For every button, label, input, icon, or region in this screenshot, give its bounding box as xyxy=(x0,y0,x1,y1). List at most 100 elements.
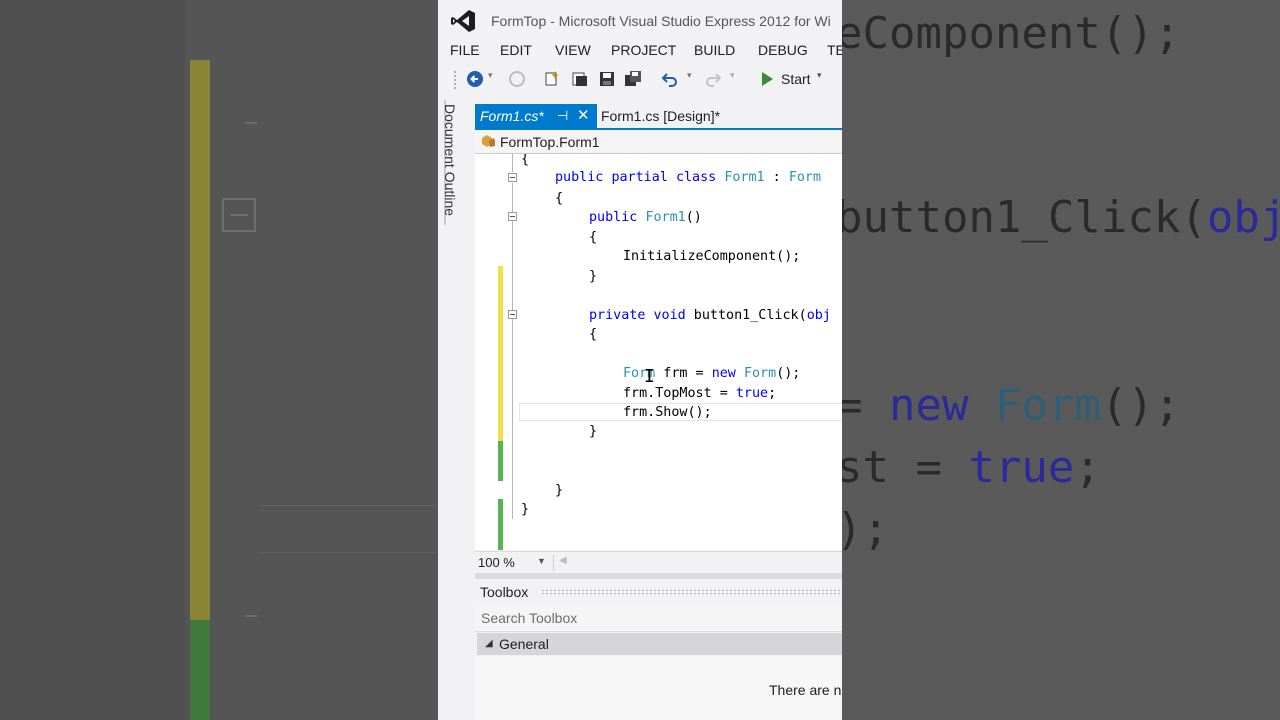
tab-form1-cs[interactable]: Form1.cs* ⊣ ✕ xyxy=(475,104,597,128)
background-left xyxy=(0,0,438,720)
code-token: ; xyxy=(768,386,777,401)
background-code-token: = xyxy=(842,380,863,431)
code-token: } xyxy=(589,424,598,439)
menu-project[interactable]: PROJECT xyxy=(611,42,676,58)
menu-view[interactable]: VIEW xyxy=(555,42,591,58)
code-token: Form1 xyxy=(645,210,686,225)
code-token: public xyxy=(589,210,638,225)
new-project-icon[interactable] xyxy=(543,70,561,88)
toolbox-search-input[interactable]: Search Toolbox xyxy=(475,605,842,632)
background-code-line: button1_Click(obj xyxy=(842,192,1280,243)
toolbox-group-general[interactable]: ◢ General xyxy=(477,633,842,655)
class-icon xyxy=(482,135,495,147)
code-token: (); xyxy=(776,366,801,381)
toolbox-drag-handle[interactable] xyxy=(541,589,841,595)
tab-label: Form1.cs* xyxy=(480,108,544,124)
code-token: public xyxy=(555,170,604,185)
menu-edit[interactable]: EDIT xyxy=(500,42,532,58)
code-token: Form xyxy=(743,366,777,381)
tab-form1-design[interactable]: Form1.cs [Design]* xyxy=(601,108,720,124)
start-dropdown-icon[interactable]: ▾ xyxy=(817,70,827,88)
code-line: { xyxy=(555,191,563,206)
back-dropdown-icon[interactable]: ▾ xyxy=(488,70,498,88)
standard-toolbar: ▾ ▾ ▾ Start ▾ xyxy=(438,66,842,94)
code-token: new xyxy=(711,366,736,381)
menu-build[interactable]: BUILD xyxy=(694,42,735,58)
zoom-dropdown-icon[interactable]: ▼ xyxy=(537,556,546,566)
background-code-token: ); xyxy=(842,504,889,555)
toolbox-empty-message: There are n xyxy=(769,682,842,698)
code-token: } xyxy=(555,483,564,498)
forward-icon xyxy=(508,70,526,88)
start-button[interactable]: Start xyxy=(781,71,811,87)
title-bar: FormTop - Microsoft Visual Studio Expres… xyxy=(438,0,842,40)
editor-status-bar: 100 % ▼ ◀ xyxy=(475,551,842,574)
document-tabs: Form1.cs* ⊣ ✕ Form1.cs [Design]* xyxy=(475,104,842,128)
background-code-line: st = true; xyxy=(842,442,1101,493)
group-label: General xyxy=(499,636,549,652)
code-token: } xyxy=(589,269,598,284)
toolbar-grip[interactable] xyxy=(453,70,457,90)
outline-line xyxy=(512,154,513,172)
code-line: public partial class Form1 : Form xyxy=(555,170,821,185)
redo-icon xyxy=(704,70,722,88)
background-code-token: ; xyxy=(1074,442,1101,493)
background-change-bar-yellow xyxy=(190,60,210,620)
collapse-class-icon[interactable] xyxy=(508,173,517,182)
code-editor[interactable]: { public partial class Form1 : Form { publi… xyxy=(475,154,842,550)
save-icon[interactable] xyxy=(598,70,616,88)
code-line: frm.TopMost = true; xyxy=(623,386,776,401)
text-cursor-icon: Ι xyxy=(644,366,655,387)
code-line: } xyxy=(589,269,597,284)
code-line: InitializeComponent(); xyxy=(623,249,800,264)
code-line: { xyxy=(589,327,597,342)
back-icon[interactable] xyxy=(466,70,484,88)
collapse-constructor-icon[interactable] xyxy=(508,212,517,221)
type-selector[interactable]: FormTop.Form1 xyxy=(500,134,600,150)
code-token: void xyxy=(653,308,686,323)
scroll-left-icon[interactable]: ◀ xyxy=(559,555,567,566)
panel-splitter[interactable] xyxy=(475,573,842,579)
code-line: private void button1_Click(obj xyxy=(589,308,831,323)
code-token: Form1 xyxy=(724,170,765,185)
code-token: obj xyxy=(806,308,831,323)
background-shade xyxy=(0,0,185,720)
code-token: button1_Click( xyxy=(685,308,807,323)
code-token: InitializeComponent(); xyxy=(623,249,801,264)
close-icon[interactable]: ✕ xyxy=(577,106,590,124)
pin-icon[interactable]: ⊣ xyxy=(557,108,568,124)
code-token: frm.TopMost = xyxy=(623,386,736,401)
background-code-token: Form xyxy=(994,380,1101,431)
menu-team[interactable]: TE xyxy=(827,42,842,58)
save-all-icon[interactable] xyxy=(624,70,642,88)
code-token: { xyxy=(589,327,598,342)
code-line: } xyxy=(521,502,529,517)
background-code-line: = new Form(); xyxy=(842,380,1180,431)
code-token: class xyxy=(675,170,717,185)
menu-file[interactable]: FILE xyxy=(450,42,480,58)
background-code-token xyxy=(968,380,995,431)
document-outline-tab[interactable]: Document Outline xyxy=(442,104,458,216)
open-icon[interactable] xyxy=(571,70,589,88)
menu-debug[interactable]: DEBUG xyxy=(758,42,808,58)
undo-icon[interactable] xyxy=(661,70,679,88)
undo-dropdown-icon[interactable]: ▾ xyxy=(687,70,697,88)
background-code-line: ); xyxy=(842,504,889,555)
zoom-level[interactable]: 100 % xyxy=(478,555,515,570)
change-marker-saved xyxy=(498,441,503,481)
background-code-line: eComponent(); xyxy=(842,8,1180,59)
code-token: frm.Show(); xyxy=(623,405,712,420)
start-icon[interactable] xyxy=(758,70,776,88)
background-fold-icon xyxy=(222,198,256,232)
window-title: FormTop - Microsoft Visual Studio Expres… xyxy=(491,13,831,29)
collapse-method-icon[interactable] xyxy=(508,310,517,319)
code-token: Form xyxy=(788,170,822,185)
background-right: eComponent(); button1_Click(obj = new Form… xyxy=(842,0,1280,720)
code-token: () xyxy=(685,210,702,225)
visual-studio-logo-icon xyxy=(451,10,475,32)
background-code-token: obj xyxy=(1206,192,1280,243)
code-line: { xyxy=(521,154,529,167)
navigation-bar[interactable]: FormTop.Form1 xyxy=(475,131,842,154)
